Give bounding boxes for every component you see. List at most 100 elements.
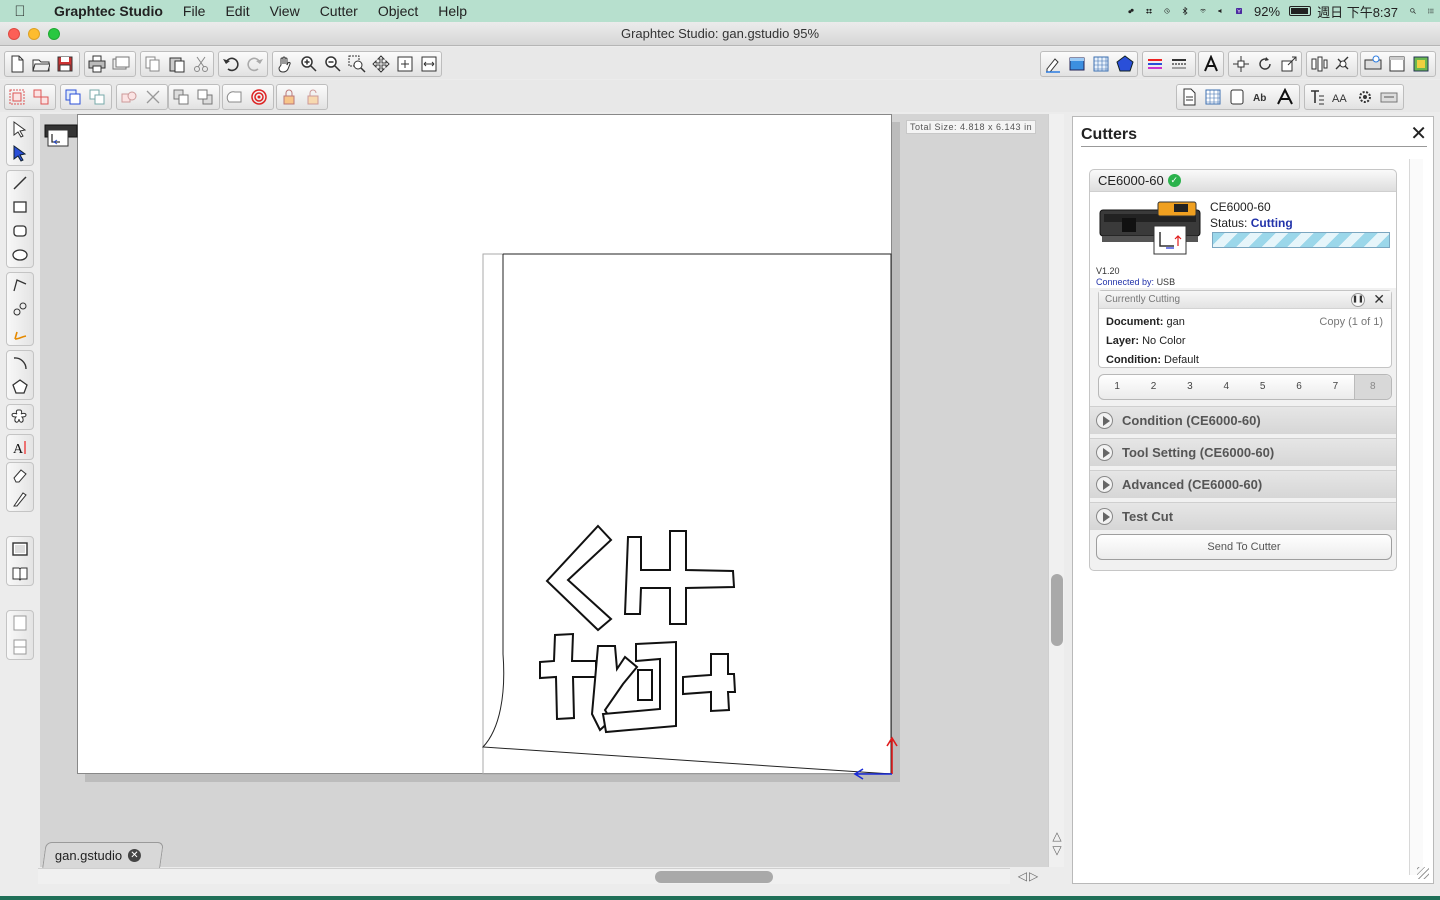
paste-icon[interactable] [165, 52, 189, 76]
print-icon[interactable] [85, 52, 109, 76]
page-setup-icon[interactable] [1065, 52, 1089, 76]
window-minimize-button[interactable] [28, 28, 40, 40]
edit-points-icon[interactable] [8, 141, 32, 165]
horizontal-scrollbar[interactable] [38, 868, 1010, 884]
slot-5[interactable]: 5 [1245, 375, 1281, 399]
bring-to-front-icon[interactable] [169, 85, 193, 109]
zoom-in-icon[interactable] [297, 52, 321, 76]
slot-3[interactable]: 3 [1172, 375, 1208, 399]
section-test-cut[interactable]: Test Cut [1090, 502, 1396, 530]
offset-icon[interactable] [223, 85, 247, 109]
menu-object[interactable]: Object [368, 3, 428, 19]
make-compound-icon[interactable] [61, 85, 85, 109]
slot-1[interactable]: 1 [1099, 375, 1135, 399]
arc-tool-icon[interactable] [8, 351, 32, 375]
window-close-button[interactable] [8, 28, 20, 40]
polygon-tool-icon[interactable] [8, 375, 32, 399]
drawing-canvas[interactable]: Total Size: 4.818 x 6.143 in [40, 114, 1048, 867]
slot-8[interactable]: 8 [1353, 375, 1391, 399]
text-style-icon[interactable] [1199, 52, 1223, 76]
weld-icon[interactable] [117, 85, 141, 109]
release-compound-icon[interactable] [85, 85, 109, 109]
redo-icon[interactable] [243, 52, 267, 76]
menu-help[interactable]: Help [428, 3, 477, 19]
menu-edit[interactable]: Edit [215, 3, 259, 19]
panel-scrollbar[interactable] [1409, 159, 1423, 875]
rounded-rectangle-tool-icon[interactable] [8, 219, 32, 243]
pan-hand-icon[interactable] [273, 52, 297, 76]
apple-menu-icon[interactable]:  [0, 3, 40, 20]
bluetooth-icon[interactable] [1176, 2, 1194, 20]
battery-percentage[interactable]: 92% [1248, 4, 1286, 19]
unlock-icon[interactable] [301, 85, 325, 109]
undo-icon[interactable] [219, 52, 243, 76]
page-view-icon[interactable] [1177, 85, 1201, 109]
fit-to-window-icon[interactable] [417, 52, 441, 76]
volume-icon[interactable] [1212, 2, 1230, 20]
horizontal-scroll-arrows[interactable]: ◁ ▷ [1010, 868, 1046, 884]
horizontal-scroll-thumb[interactable] [655, 871, 773, 883]
scroll-left-icon[interactable]: ◁ [1018, 869, 1027, 883]
new-document-icon[interactable] [5, 52, 29, 76]
resize-grip-icon[interactable] [1417, 867, 1429, 879]
clock[interactable]: 週日 下午8:37 [1311, 2, 1404, 21]
cutter-settings-icon[interactable] [1377, 85, 1401, 109]
expand-arrow-icon[interactable] [1096, 508, 1113, 525]
section-tool-setting[interactable]: Tool Setting (CE6000-60) [1090, 438, 1396, 466]
dropbox-icon[interactable] [1140, 2, 1158, 20]
vertical-scrollbar[interactable]: △ ▽ [1048, 114, 1064, 867]
send-panel-icon[interactable] [1041, 52, 1065, 76]
send-to-back-icon[interactable] [193, 85, 217, 109]
knife-icon[interactable] [8, 487, 32, 511]
grid-icon[interactable] [1089, 52, 1113, 76]
menu-view[interactable]: View [260, 3, 310, 19]
polygon-draw-icon[interactable] [8, 273, 32, 297]
notification-center-icon[interactable] [1422, 2, 1440, 20]
yahoo-input-icon[interactable] [1230, 2, 1248, 20]
line-tool-icon[interactable] [8, 171, 32, 195]
replicate-icon[interactable] [1307, 52, 1331, 76]
text-on-path-icon[interactable] [1305, 85, 1329, 109]
battery-icon[interactable] [1289, 6, 1312, 16]
section-condition[interactable]: Condition (CE6000-60) [1090, 406, 1396, 434]
preferences-gear-icon[interactable] [1353, 85, 1377, 109]
eraser-icon[interactable] [8, 463, 32, 487]
window-zoom-button[interactable] [48, 28, 60, 40]
line-style-icon[interactable] [1167, 52, 1191, 76]
layers-panel-icon[interactable] [1385, 52, 1409, 76]
library-panel-icon[interactable] [1409, 52, 1433, 76]
tray-app-icon[interactable] [1122, 2, 1140, 20]
send-to-cutter-button[interactable]: Send To Cutter [1096, 534, 1392, 560]
cut-icon[interactable] [189, 52, 213, 76]
close-panel-icon[interactable]: ✕ [1410, 124, 1427, 144]
menu-cutter[interactable]: Cutter [310, 3, 368, 19]
ellipse-tool-icon[interactable] [8, 243, 32, 267]
save-icon[interactable] [53, 52, 77, 76]
freehand-pencil-icon[interactable] [8, 321, 32, 345]
slot-4[interactable]: 4 [1208, 375, 1244, 399]
line-color-icon[interactable] [1143, 52, 1167, 76]
copy-icon[interactable] [141, 52, 165, 76]
delete-x-icon[interactable] [141, 85, 165, 109]
lock-icon[interactable] [277, 85, 301, 109]
spotlight-search-icon[interactable] [1404, 2, 1422, 20]
trace-image-icon[interactable] [8, 537, 32, 561]
expand-arrow-icon[interactable] [1096, 444, 1113, 461]
print-and-cut-icon[interactable] [109, 52, 133, 76]
text-tool-icon[interactable]: A [8, 435, 32, 459]
expand-arrow-icon[interactable] [1096, 412, 1113, 429]
registration-mark-icon[interactable] [247, 85, 271, 109]
flower-shape-icon[interactable] [8, 405, 32, 429]
document-tab[interactable]: gan.gstudio ✕ [42, 842, 165, 868]
stop-cutting-icon[interactable]: ✕ [1373, 292, 1385, 306]
warp-icon[interactable] [1331, 52, 1355, 76]
zoom-out-icon[interactable] [321, 52, 345, 76]
wifi-icon[interactable] [1194, 2, 1212, 20]
pan-move-icon[interactable] [369, 52, 393, 76]
align-icon[interactable] [1229, 52, 1253, 76]
ungroup-icon[interactable] [29, 85, 53, 109]
font-size-icon[interactable]: AA [1329, 85, 1353, 109]
select-arrow-icon[interactable] [8, 117, 32, 141]
scale-icon[interactable] [1277, 52, 1301, 76]
shape-fill-icon[interactable] [1113, 52, 1137, 76]
